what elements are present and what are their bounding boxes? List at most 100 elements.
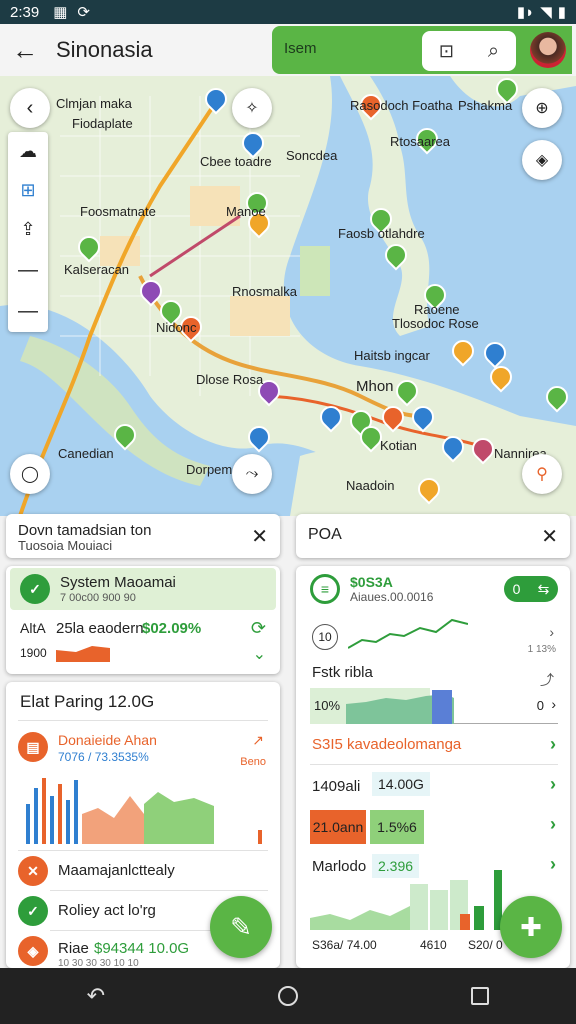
map-label: Rasodoch Foatha [350, 98, 453, 113]
summary-value: $0S3A [350, 574, 393, 590]
refresh-icon[interactable]: ⟳ [251, 618, 266, 639]
status-bar: 2:39 ▦ ⟳ ▮◗ ◥ ▮ [0, 0, 576, 24]
chevron-right-icon[interactable]: › [549, 624, 554, 640]
route-icon: ⤳ [245, 465, 259, 482]
map-tool-button[interactable]: ✧ [232, 88, 272, 128]
page-title: Sinonasia [56, 37, 153, 62]
plus-icon: ✚ [520, 911, 542, 942]
add-button[interactable]: ✎ [210, 896, 272, 958]
chevron-right-icon[interactable]: › [550, 854, 556, 875]
map-tools: ☁ ⊞ ⇪ — — [8, 132, 48, 332]
wifi-icon: ◥ [540, 4, 552, 21]
map-chat-button[interactable]: ◯ [10, 454, 50, 494]
map-label: Mhon [356, 378, 394, 395]
donate-sub: 7076 / 73.3535% [58, 750, 149, 764]
map-back-button[interactable]: ‹ [10, 88, 50, 128]
system-title: System Maoamai [60, 574, 176, 591]
summary-sub: Aiaues.00.0016 [350, 590, 434, 604]
chat-icon: ◯ [21, 466, 39, 483]
map-label: Faosb otlahdre [338, 226, 425, 241]
map-label: Fiodaplate [72, 116, 133, 131]
map-view[interactable]: Clmjan maka Rasodoch Foatha Foosmatnate … [0, 76, 576, 516]
search-icon[interactable]: ⌕ [488, 40, 499, 63]
crosshair-icon: ⊕ [535, 100, 549, 117]
row-label[interactable]: 21.0ann [310, 810, 366, 844]
home-nav-icon[interactable] [278, 986, 299, 1006]
chevron-right-icon[interactable]: › [550, 814, 556, 835]
item-label[interactable]: Roliey act lo'rg [58, 902, 156, 919]
route-button[interactable]: ⤳ [232, 454, 272, 494]
item-label[interactable]: Riae [58, 940, 89, 957]
navigate-button[interactable]: ✚ [500, 896, 562, 958]
map-label: Naadoin [346, 478, 395, 493]
trend-chart [348, 618, 468, 649]
close-icon[interactable]: ✕ [251, 524, 268, 549]
lock-icon[interactable]: ⊞ [20, 180, 35, 201]
toggle-label: 0 [512, 581, 521, 597]
axis-label: 4610 [420, 938, 447, 952]
check-icon: ✓ [20, 574, 50, 604]
map-label: Kalseracan [64, 262, 130, 277]
share-icon[interactable]: ⤴ [540, 670, 554, 690]
notification-icon: ▦ [53, 4, 68, 21]
camera-icon[interactable]: ⊡ [439, 41, 454, 62]
parking-chart [26, 778, 262, 844]
sync-icon: ⟳ [77, 4, 90, 21]
map-label: Tlosodoc Rose [392, 316, 479, 331]
pin-icon: ⚲ [536, 466, 548, 483]
compass-icon: ✧ [245, 100, 259, 117]
search-label: Isem [284, 40, 317, 57]
pin-button[interactable]: ⚲ [522, 454, 562, 494]
row-label[interactable]: 1409ali [312, 778, 360, 795]
stats-label: 25la eaodern [56, 620, 144, 637]
directions-button[interactable]: ◈ [522, 140, 562, 180]
stk-value: 10% [314, 698, 341, 713]
donate-side: Beno [240, 756, 266, 768]
row-label[interactable]: S3I5 kavadeolomanga [312, 736, 461, 753]
right-panel-title: POA [308, 526, 342, 543]
map-label: Haitsb ingcar [354, 348, 430, 363]
left-panel-subtitle: Tuosoia Mouiaci [18, 538, 113, 553]
arrow-icon[interactable]: ↗ [252, 732, 264, 749]
back-button[interactable]: ← [12, 35, 38, 66]
map-label: Canedian [58, 446, 114, 461]
summary-toggle[interactable]: 0 ⇆ [504, 576, 558, 602]
map-label: Pshakma [458, 98, 513, 113]
stats-value: $02.09% [142, 620, 202, 637]
zoom-out-icon[interactable]: — [18, 300, 38, 323]
left-panel-header: Dovn tamadsian ton Tuosoia Mouiaci ✕ [6, 514, 280, 558]
stk-right: 0 [536, 698, 544, 713]
map-label: Kotian [380, 438, 417, 453]
avatar[interactable] [530, 32, 566, 68]
stk-label: Fstk ribla [312, 664, 373, 681]
share-icon[interactable]: ⇪ [20, 219, 35, 240]
donate-title: Donaieide Ahan [58, 732, 157, 748]
location-button[interactable]: ⊕ [522, 88, 562, 128]
map-label: Rtosaarea [390, 134, 450, 149]
left-panel-title: Dovn tamadsian ton [18, 522, 152, 539]
stk-bar[interactable]: 10% 0 › [310, 688, 558, 724]
system-row[interactable]: ✓ System Maoamai 7 00c00 900 90 [10, 568, 276, 610]
chart1-badge: 10 [312, 624, 338, 650]
back-nav-icon[interactable]: ↶ [87, 983, 105, 1009]
map-label: Manoe [226, 204, 266, 219]
directions-icon: ◈ [535, 152, 549, 169]
map-label: Raoene [414, 302, 460, 317]
chevron-right-icon[interactable]: › [550, 774, 556, 795]
close-icon[interactable]: ✕ [541, 524, 558, 549]
row-value: 1.5%6 [370, 810, 424, 844]
chevron-down-icon[interactable]: ⌄ [253, 644, 266, 664]
search-box[interactable]: ⊡ ⌕ [422, 31, 516, 71]
chevron-right-icon[interactable]: › [551, 696, 556, 712]
system-subtitle: 7 00c00 900 90 [60, 592, 136, 604]
zoom-in-icon[interactable]: — [18, 259, 38, 282]
chevron-right-icon[interactable]: › [550, 734, 556, 755]
donate-icon: ▤ [18, 732, 48, 762]
item-icon: ✕ [18, 856, 48, 886]
item-label[interactable]: Maamajanlcttealy [58, 862, 175, 879]
system-card[interactable]: ✓ System Maoamai 7 00c00 900 90 AltA 25l… [6, 566, 280, 674]
recents-nav-icon[interactable] [471, 987, 490, 1005]
layers-icon[interactable]: ☁ [19, 141, 37, 162]
signal-icon: ▮◗ [516, 4, 535, 21]
item-icon: ◈ [18, 936, 48, 966]
